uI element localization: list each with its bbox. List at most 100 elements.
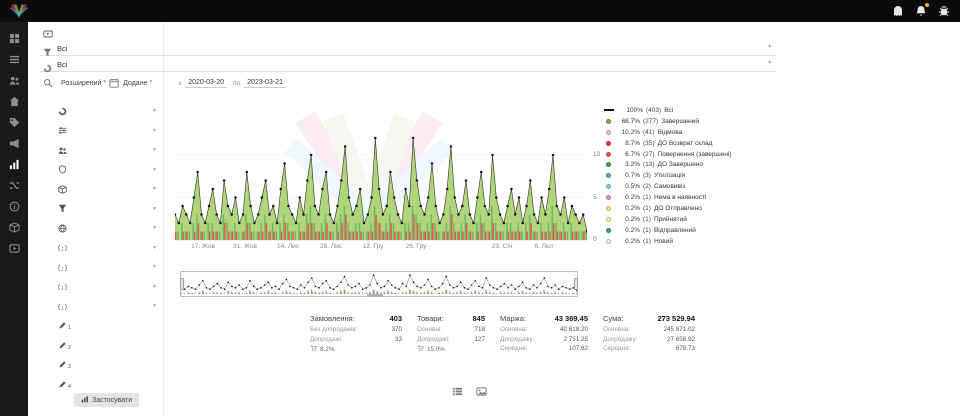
apply-filters-button[interactable]: Застосувати [74, 393, 139, 407]
legend-dot [606, 130, 611, 135]
legend-item[interactable]: 0.2%(1)ДО Отправлено [604, 203, 779, 214]
mode-select[interactable]: Розширений ▾ [61, 80, 106, 87]
legend-percent: 0.2% [616, 194, 640, 201]
stat-sublabel: Середня: [500, 345, 527, 352]
legend-line-marker [604, 109, 614, 111]
orders-daily-chart[interactable] [175, 100, 587, 252]
sidebar-item-shop[interactable] [0, 91, 28, 112]
svg-text:{;}: {;} [58, 245, 67, 252]
legend-item[interactable]: 3.2%(13)ДО Завершено [604, 159, 779, 170]
stat-value: 845 [472, 314, 485, 323]
chart-brush[interactable] [180, 271, 578, 297]
app-logo-icon[interactable] [10, 3, 28, 19]
legend-dot [606, 206, 611, 211]
brush-scroll-thumb[interactable] [367, 294, 383, 297]
legend-percent: 0.2% [616, 205, 640, 212]
sidebar-item-marketing[interactable] [0, 133, 28, 154]
donut-icon [43, 60, 52, 69]
sidebar-item-clients[interactable] [0, 70, 28, 91]
stat-subrow: Допродажу:27 658.92 [603, 336, 695, 343]
stat-sublabel: Середня: [603, 345, 630, 352]
custom-filter-number: 3 [68, 364, 71, 370]
box-icon [58, 181, 67, 199]
sidebar-item-warehouse[interactable] [0, 217, 28, 238]
custom-filter-row-4[interactable]: 4 [28, 375, 163, 395]
filter-row-2[interactable]: ▾ [28, 122, 163, 142]
legend-count: (277) [643, 118, 658, 125]
sidebar-item-tutorials[interactable] [0, 238, 28, 259]
legend-percent: 0.2% [616, 227, 640, 234]
chevron-down-icon: ▾ [153, 265, 156, 271]
legend-item[interactable]: 0.2%(1)Відправлений [604, 225, 779, 236]
chevron-down-icon: ▾ [153, 226, 156, 232]
notifications-bell-icon[interactable] [915, 5, 927, 17]
legend-item[interactable]: 10.2%(41)Відмова [604, 127, 779, 138]
brush-handle-right[interactable] [574, 278, 578, 290]
legend-percent: 6.7% [616, 151, 640, 158]
date-field-select[interactable]: Додане ▾ [123, 80, 152, 87]
legend-item[interactable]: 0.2%(1)Прийнятий [604, 214, 779, 225]
stat-subrow: Основна:40 618.20 [500, 326, 588, 333]
filter-row-1[interactable]: ▾ [28, 102, 163, 122]
x-axis: 17. Жов31. Жов14. Лис28. Лис12. Гру26. Г… [175, 243, 587, 253]
stat-sublabel: Основна: [603, 326, 630, 333]
pencil-icon [58, 376, 67, 394]
legend-item[interactable]: 8.7%(35)ДО Возврат склад [604, 138, 779, 149]
bar-chart-icon [81, 395, 89, 405]
filter-row-11[interactable]: {;}▾ [28, 297, 163, 317]
filter-select-2[interactable]: Всі ▾ [40, 57, 776, 72]
search-icon[interactable] [43, 78, 53, 88]
legend-item[interactable]: 6.7%(27)Повернення (завершені) [604, 149, 779, 160]
filter-select-1[interactable]: Всі ▾ [40, 41, 776, 56]
stat-title: Замовлення: [310, 314, 355, 323]
sidebar-item-dashboard[interactable] [0, 28, 28, 49]
stat-sublabel: Допродажу: [500, 336, 534, 343]
sidebar-item-products[interactable] [0, 112, 28, 133]
custom-filter-row-2[interactable]: 2 [28, 336, 163, 356]
sidebar-item-analytics[interactable] [0, 154, 28, 175]
ghost-icon[interactable] [892, 5, 904, 17]
legend-item[interactable]: 0.5%(2)Самовивіз [604, 181, 779, 192]
brush-handle-left[interactable] [180, 278, 184, 290]
date-from-input[interactable]: 2020-03-20 [185, 78, 227, 88]
bug-report-icon[interactable] [938, 5, 950, 17]
upsell-percent: 8.2% [320, 346, 334, 353]
svg-text:{;}: {;} [58, 304, 67, 311]
mode-select-value: Розширений [61, 80, 101, 87]
legend-count: (403) [646, 107, 661, 114]
filter-row-7[interactable]: ▾ [28, 219, 163, 239]
legend-item[interactable]: 0.2%(1)Нема в наявності [604, 192, 779, 203]
filter-row-9[interactable]: {;}▾ [28, 258, 163, 278]
topbar-actions [892, 5, 950, 17]
date-field-value: Додане [123, 80, 147, 87]
image-export-icon[interactable] [476, 384, 487, 395]
filter-row-10[interactable]: {;}▾ [28, 278, 163, 298]
legend-item[interactable]: 0.2%(1)Новий [604, 236, 779, 247]
video-tutorial-icon[interactable] [42, 26, 54, 36]
date-to-input[interactable]: 2023-03-21 [244, 78, 286, 88]
table-view-icon[interactable] [452, 384, 463, 395]
sidebar-item-orders[interactable] [0, 49, 28, 70]
y-tick-label: 0 [593, 236, 597, 243]
legend-percent: 3.2% [616, 161, 640, 168]
filter-row-3[interactable]: ▾ [28, 141, 163, 161]
stat-subvalue: 370 [391, 326, 402, 333]
date-to-label: по [233, 80, 240, 87]
custom-filter-row-1[interactable]: 1 [28, 317, 163, 337]
filter-row-5[interactable]: ▾ [28, 180, 163, 200]
custom-filter-number: 4 [68, 384, 71, 390]
filter-row-4[interactable]: ▾ [28, 161, 163, 181]
custom-filter-row-3[interactable]: 3 [28, 356, 163, 376]
stat-sublabel: Основні: [417, 326, 442, 333]
braces-icon: {;} [58, 298, 67, 316]
legend-item[interactable]: 100%(403)Всі [604, 105, 779, 116]
filter-row-6[interactable]: ▾ [28, 200, 163, 220]
filter-row-8[interactable]: {;}▾ [28, 239, 163, 259]
stat-sublabel: Допродажі: [417, 336, 450, 343]
legend-item[interactable]: 0.7%(3)Утилізація [604, 170, 779, 181]
sidebar-item-integrations[interactable] [0, 175, 28, 196]
legend-item[interactable]: 68.7%(277)Завершений [604, 116, 779, 127]
sidebar-item-help[interactable] [0, 196, 28, 217]
stat-sublabel: Допродажі: [310, 336, 343, 343]
legend-count: (3) [643, 172, 651, 179]
